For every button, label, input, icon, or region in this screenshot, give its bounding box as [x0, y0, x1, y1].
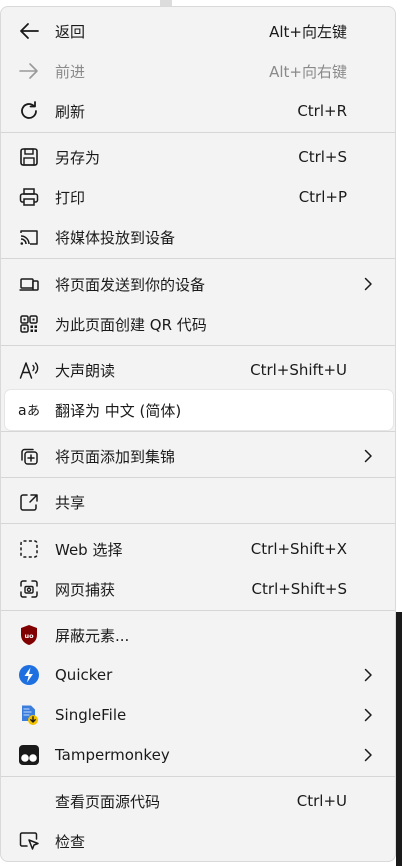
menu-separator	[1, 132, 395, 133]
menu-item-read-aloud[interactable]: 大声朗读 Ctrl+Shift+U	[1, 350, 395, 390]
menu-separator	[1, 610, 395, 611]
menu-item-shortcut: Ctrl+Shift+X	[250, 540, 347, 558]
svg-text:a: a	[18, 403, 27, 419]
singlefile-icon	[17, 703, 41, 727]
menu-item-tampermonkey[interactable]: Tampermonkey	[1, 735, 395, 775]
menu-item-translate[interactable]: aあ 翻译为 中文 (简体)	[5, 390, 393, 430]
menu-item-label: 为此页面创建 QR 代码	[55, 315, 207, 334]
menu-separator	[1, 431, 395, 432]
menu-item-shortcut: Ctrl+Shift+U	[250, 361, 347, 379]
menu-item-label: 将页面发送到你的设备	[55, 275, 206, 294]
menu-separator	[1, 523, 395, 524]
chevron-right-icon	[364, 748, 372, 762]
read-aloud-icon	[17, 358, 41, 382]
menu-item-shortcut: Ctrl+U	[296, 792, 347, 810]
chevron-right-icon	[364, 668, 372, 682]
context-menu: 返回 Alt+向左键 前进 Alt+向右键 刷新 Ctrl+R 另存为 Ctrl…	[0, 6, 396, 862]
menu-item-label: 共享	[55, 493, 86, 512]
menu-item-singlefile[interactable]: SingleFile	[1, 695, 395, 735]
devices-icon	[17, 272, 41, 296]
menu-item-block-element[interactable]: uo 屏蔽元素...	[1, 615, 395, 655]
translate-icon: aあ	[17, 398, 41, 422]
menu-item-send-page[interactable]: 将页面发送到你的设备	[1, 264, 395, 304]
menu-item-label: 将页面添加到集锦	[55, 447, 176, 466]
ublock-icon: uo	[17, 623, 41, 647]
menu-item-label: 前进	[55, 62, 86, 81]
menu-item-shortcut: Ctrl+S	[298, 148, 347, 166]
menu-item-label: 另存为	[55, 148, 101, 167]
chevron-right-icon	[364, 708, 372, 722]
menu-item-shortcut: Ctrl+R	[297, 102, 347, 120]
refresh-icon	[17, 99, 41, 123]
menu-item-label: 刷新	[55, 102, 86, 121]
menu-item-web-capture[interactable]: 网页捕获 Ctrl+Shift+S	[1, 569, 395, 609]
menu-item-cast[interactable]: 将媒体投放到设备	[1, 217, 395, 257]
menu-separator	[1, 776, 395, 777]
menu-item-add-collection[interactable]: 将页面添加到集锦	[1, 436, 395, 476]
menu-item-label: SingleFile	[55, 706, 127, 724]
menu-item-label: 打印	[55, 188, 86, 207]
qr-code-icon	[17, 312, 41, 336]
menu-item-label: 大声朗读	[55, 361, 116, 380]
menu-separator	[1, 345, 395, 346]
tampermonkey-icon	[17, 743, 41, 767]
inspect-icon	[17, 829, 41, 853]
menu-item-label: Quicker	[55, 666, 113, 684]
menu-item-shortcut: Ctrl+Shift+S	[251, 580, 347, 598]
share-icon	[17, 490, 41, 514]
menu-item-inspect[interactable]: 检查	[1, 821, 395, 861]
menu-item-forward[interactable]: 前进 Alt+向右键	[1, 51, 395, 91]
forward-arrow-icon	[17, 59, 41, 83]
menu-separator	[1, 258, 395, 259]
menu-item-label: 返回	[55, 22, 86, 41]
menu-item-label: 检查	[55, 832, 86, 851]
menu-item-label: 屏蔽元素...	[55, 626, 130, 645]
menu-item-label: 将媒体投放到设备	[55, 228, 176, 247]
menu-item-shortcut: Ctrl+P	[298, 188, 347, 206]
menu-item-shortcut: Alt+向左键	[269, 22, 347, 41]
printer-icon	[17, 185, 41, 209]
menu-item-share[interactable]: 共享	[1, 482, 395, 522]
menu-item-back[interactable]: 返回 Alt+向左键	[1, 11, 395, 51]
menu-item-print[interactable]: 打印 Ctrl+P	[1, 177, 395, 217]
menu-item-label: 查看页面源代码	[55, 792, 161, 811]
chevron-right-icon	[364, 277, 372, 291]
menu-item-refresh[interactable]: 刷新 Ctrl+R	[1, 91, 395, 131]
menu-item-label: 翻译为 中文 (简体)	[55, 401, 182, 420]
menu-item-save-as[interactable]: 另存为 Ctrl+S	[1, 137, 395, 177]
web-capture-icon	[17, 577, 41, 601]
menu-item-web-select[interactable]: Web 选择 Ctrl+Shift+X	[1, 529, 395, 569]
menu-item-label: Tampermonkey	[55, 746, 170, 764]
chevron-right-icon	[364, 449, 372, 463]
menu-item-qr-code[interactable]: 为此页面创建 QR 代码	[1, 304, 395, 344]
menu-item-label: 网页捕获	[55, 580, 116, 599]
back-arrow-icon	[17, 19, 41, 43]
svg-text:あ: あ	[27, 404, 40, 419]
svg-text:uo: uo	[24, 632, 34, 640]
menu-item-view-source[interactable]: 查看页面源代码 Ctrl+U	[1, 781, 395, 821]
background-edge	[396, 612, 402, 866]
menu-item-shortcut: Alt+向右键	[269, 62, 347, 81]
quicker-icon	[17, 663, 41, 687]
menu-item-quicker[interactable]: Quicker	[1, 655, 395, 695]
web-select-icon	[17, 537, 41, 561]
menu-separator	[1, 477, 395, 478]
menu-item-label: Web 选择	[55, 540, 123, 559]
save-icon	[17, 145, 41, 169]
cast-icon	[17, 225, 41, 249]
collections-icon	[17, 444, 41, 468]
